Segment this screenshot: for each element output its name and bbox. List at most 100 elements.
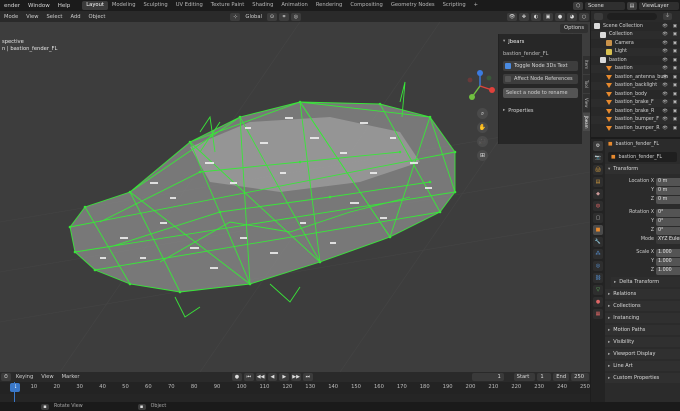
menu-render[interactable]: ender — [0, 3, 24, 9]
outliner-item[interactable]: bastion_brake_F 👁 ▣ — [591, 98, 680, 107]
workspace-tab-layout[interactable]: Layout — [82, 1, 108, 10]
outliner-item[interactable]: bastion_bumper_F 👁 ▣ — [591, 115, 680, 124]
object-name-field[interactable]: ■ bastion_fender_FL — [608, 152, 677, 162]
menu-select[interactable]: Select — [42, 14, 66, 20]
orientation-icon[interactable]: ⊹ — [230, 12, 241, 21]
delta-transform-section[interactable]: ▸ Delta Transform — [611, 277, 680, 287]
panel-header[interactable]: ▾ Jbears — [503, 37, 578, 46]
outliner-item[interactable]: Scene Collection 👁 ▣ — [591, 22, 680, 31]
proportional-edit-icon[interactable]: ◎ — [290, 12, 301, 21]
mode-selector[interactable]: Mode — [0, 14, 22, 20]
render-visibility-icon[interactable]: ▣ — [673, 49, 677, 54]
material-shading-icon[interactable]: ◕ — [567, 12, 577, 21]
view-layer-tab-icon[interactable]: ▤ — [593, 177, 603, 187]
property-section[interactable]: ▸ Instancing — [605, 313, 680, 323]
menu-marker[interactable]: Marker — [58, 374, 84, 380]
data-tab-icon[interactable]: ▽ — [593, 285, 603, 295]
navigation-gizmo[interactable] — [464, 70, 496, 102]
visibility-eye-icon[interactable]: 👁 — [662, 66, 668, 71]
render-visibility-icon[interactable]: ▣ — [673, 109, 677, 114]
visibility-eye-icon[interactable]: 👁 — [662, 92, 668, 97]
property-section[interactable]: ▸ Custom Properties — [605, 373, 680, 383]
transform-orientation-selector[interactable]: Global — [241, 14, 266, 20]
outliner-item[interactable]: bastion_antenna_bum 👁 ▣ — [591, 73, 680, 82]
render-visibility-icon[interactable]: ▣ — [673, 75, 677, 80]
record-icon[interactable]: ● — [232, 373, 242, 381]
properties-subpanel[interactable]: ▸ Properties — [503, 106, 578, 115]
workspace-tab-sculpting[interactable]: Sculpting — [140, 1, 172, 10]
add-workspace-button[interactable]: + — [470, 1, 482, 10]
visibility-eye-icon[interactable]: 👁 — [662, 24, 668, 29]
render-visibility-icon[interactable]: ▣ — [673, 126, 677, 131]
visibility-eye-icon[interactable]: 👁 — [662, 49, 668, 54]
render-visibility-icon[interactable]: ▣ — [673, 58, 677, 63]
property-section[interactable]: ▸ Line Art — [605, 361, 680, 371]
material-tab-icon[interactable]: ● — [593, 297, 603, 307]
workspace-tab-texture-paint[interactable]: Texture Paint — [207, 1, 248, 10]
jump-start-icon[interactable]: ⏮ — [243, 373, 254, 381]
pan-hand-icon[interactable]: ✋ — [477, 122, 488, 133]
start-frame-field[interactable]: 1 — [537, 373, 552, 381]
scene-tab-icon[interactable]: ◆ — [593, 189, 603, 199]
visibility-eye-icon[interactable]: 👁 — [662, 83, 668, 88]
3d-viewport[interactable]: spective n | bastion_fender_FL Options ⌕… — [0, 22, 590, 372]
modifier-tab-icon[interactable]: 🔧 — [593, 237, 603, 247]
visibility-eye-icon[interactable]: 👁 — [662, 75, 668, 80]
timeline-track[interactable] — [0, 382, 590, 402]
object-tab-icon[interactable]: ■ — [593, 225, 603, 235]
constraints-tab-icon[interactable]: ⛓ — [593, 273, 603, 283]
solid-shading-icon[interactable]: ● — [555, 12, 565, 21]
visibility-eye-icon[interactable]: 👁 — [662, 126, 668, 131]
end-frame-field[interactable]: 250 — [571, 373, 589, 381]
workspace-tab-uv-editing[interactable]: UV Editing — [172, 1, 207, 10]
zoom-icon[interactable]: ⌕ — [477, 108, 488, 119]
render-visibility-icon[interactable]: ▣ — [673, 92, 677, 97]
visibility-icon[interactable]: 👁 — [507, 12, 517, 21]
menu-timeline-view[interactable]: View — [37, 374, 57, 380]
workspace-tab-rendering[interactable]: Rendering — [312, 1, 347, 10]
workspace-tab-scripting[interactable]: Scripting — [439, 1, 470, 10]
workspace-tab-modeling[interactable]: Modeling — [108, 1, 140, 10]
visibility-eye-icon[interactable]: 👁 — [662, 32, 668, 37]
options-button[interactable]: Options — [560, 24, 589, 33]
render-tab-icon[interactable]: 📷 — [593, 153, 603, 163]
sidebar-tab-item[interactable]: Item — [583, 56, 590, 74]
play-reverse-icon[interactable]: ◀ — [267, 373, 278, 381]
editor-type-icon[interactable]: ⏱ — [1, 373, 11, 381]
property-section[interactable]: ▸ Visibility — [605, 337, 680, 347]
menu-keying[interactable]: Keying — [12, 374, 37, 380]
xray-icon[interactable]: ▣ — [543, 12, 553, 21]
render-visibility-icon[interactable]: ▣ — [673, 24, 677, 29]
output-tab-icon[interactable]: 🖨 — [593, 165, 603, 175]
pivot-icon[interactable]: ⊙ — [266, 12, 277, 21]
rename-node-field[interactable]: Select a node to rename — [503, 88, 578, 98]
physics-tab-icon[interactable]: ◎ — [593, 261, 603, 271]
menu-help[interactable]: Help — [54, 3, 75, 9]
property-section[interactable]: ▸ Collections — [605, 301, 680, 311]
location-z-field[interactable]: 0 m — [656, 195, 680, 204]
rotation-y-field[interactable]: 0° — [656, 217, 680, 226]
layers-icon[interactable]: ▤ — [627, 1, 637, 10]
sidebar-tab-jbeam[interactable]: Jbeam — [583, 113, 590, 131]
menu-view[interactable]: View — [22, 14, 42, 20]
scene-icon[interactable]: ⬡ — [573, 1, 583, 10]
rotation-mode-select[interactable]: XYZ Euler — [656, 235, 680, 244]
outliner-item[interactable]: bastion 👁 ▣ — [591, 56, 680, 65]
scale-x-field[interactable]: 1.000 — [656, 248, 680, 257]
world-tab-icon[interactable]: ◍ — [593, 201, 603, 211]
property-section[interactable]: ▸ Relations — [605, 289, 680, 299]
play-icon[interactable]: ▶ — [279, 373, 290, 381]
workspace-tab-animation[interactable]: Animation — [277, 1, 311, 10]
rendered-shading-icon[interactable]: ○ — [579, 12, 589, 21]
render-visibility-icon[interactable]: ▣ — [673, 83, 677, 88]
menu-add[interactable]: Add — [66, 14, 84, 20]
jump-end-icon[interactable]: ⏭ — [303, 373, 313, 381]
outliner-item[interactable]: bastion 👁 ▣ — [591, 64, 680, 73]
texture-tab-icon[interactable]: ▦ — [593, 309, 603, 319]
render-visibility-icon[interactable]: ▣ — [673, 41, 677, 46]
scale-y-field[interactable]: 1.000 — [656, 257, 680, 266]
outliner-search-input[interactable] — [607, 13, 657, 20]
property-section[interactable]: ▸ Motion Paths — [605, 325, 680, 335]
outliner-item[interactable]: Camera 👁 ▣ — [591, 39, 680, 48]
visibility-eye-icon[interactable]: 👁 — [662, 41, 668, 46]
